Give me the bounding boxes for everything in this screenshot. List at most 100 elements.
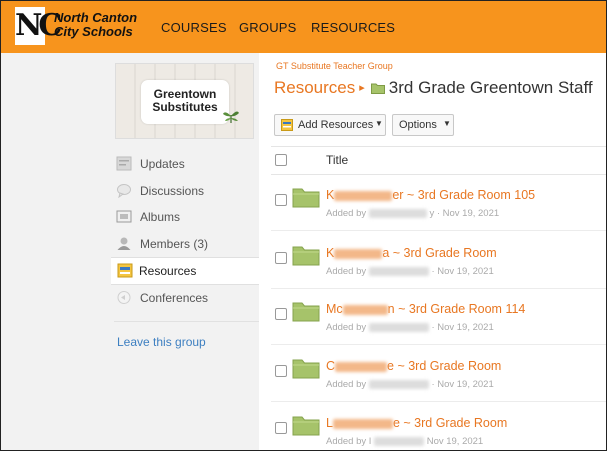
table-row[interactable]: Le ~ 3rd Grade Room Added by I Nov 19, 20… (271, 403, 606, 450)
redacted-author (368, 266, 429, 276)
discussions-icon (117, 184, 131, 198)
sidebar-item-label: Resources (139, 264, 197, 278)
resource-name-prefix: K (326, 188, 335, 202)
folder-icon[interactable] (292, 300, 320, 322)
breadcrumb: Resources ▸ 3rd Grade Greentown Staff (274, 78, 593, 98)
resource-meta: Added by · Nov 19, 2021 (326, 322, 494, 333)
sidebar-item-resources[interactable]: Resources (111, 257, 259, 285)
resource-name-prefix: Mc (326, 302, 343, 316)
chevron-down-icon: ▼ (375, 119, 383, 128)
logo-letters: NC (15, 8, 62, 43)
group-logo-line2: Substitutes (152, 100, 218, 114)
chevron-down-icon: ▼ (443, 119, 451, 128)
added-date: · Nov 19, 2021 (431, 266, 494, 277)
table-row[interactable]: Ker ~ 3rd Grade Room 105 Added by y · Nov… (271, 175, 606, 231)
select-all-checkbox[interactable] (275, 154, 287, 166)
resource-name-suffix: e ~ 3rd Grade Room (392, 416, 508, 430)
add-resources-icon (281, 119, 293, 131)
row-checkbox[interactable] (275, 194, 287, 206)
added-date: y · Nov 19, 2021 (429, 208, 500, 219)
sidebar-item-discussions[interactable]: Discussions (114, 179, 259, 203)
resource-name-suffix: a ~ 3rd Grade Room (382, 246, 497, 260)
added-by-label: Added by I (326, 436, 372, 447)
nav-groups[interactable]: GROUPS (239, 20, 297, 35)
options-button[interactable]: Options ▼ (392, 114, 454, 136)
breadcrumb-separator: ▸ (359, 82, 365, 94)
sidebar-item-label: Updates (140, 157, 185, 171)
breadcrumb-resources[interactable]: Resources (274, 78, 355, 97)
resource-name-prefix: C (326, 359, 336, 373)
conferences-icon (117, 291, 131, 304)
school-logo-icon[interactable]: NC (15, 7, 62, 45)
row-divider (271, 344, 606, 345)
resource-name-suffix: n ~ 3rd Grade Room 114 (387, 302, 526, 316)
sidebar-item-label: Discussions (140, 184, 205, 198)
plant-icon (223, 111, 239, 123)
resource-name-link[interactable]: Ka ~ 3rd Grade Room (326, 246, 497, 260)
resource-name-link[interactable]: Ker ~ 3rd Grade Room 105 (326, 188, 535, 202)
added-by-label: Added by (326, 266, 367, 277)
resource-meta: Added by I Nov 19, 2021 (326, 436, 483, 447)
folder-icon[interactable] (292, 414, 320, 436)
added-date: · Nov 19, 2021 (431, 322, 494, 333)
redacted-name (334, 190, 393, 201)
added-date: · Nov 19, 2021 (431, 379, 494, 390)
page-title: 3rd Grade Greentown Staff (388, 78, 593, 97)
group-name-link[interactable]: GT Substitute Teacher Group (276, 61, 393, 71)
albums-icon (116, 210, 132, 223)
sidebar-item-updates[interactable]: Updates (114, 152, 259, 176)
row-checkbox[interactable] (275, 422, 287, 434)
table-row[interactable]: Ce ~ 3rd Grade Room Added by · Nov 19, 20… (271, 346, 606, 402)
resource-name-suffix: e ~ 3rd Grade Room (387, 359, 502, 373)
sidebar-item-members[interactable]: Members (3) (114, 232, 259, 256)
page-frame: NC North Canton City Schools COURSES GRO… (0, 0, 607, 451)
row-checkbox[interactable] (275, 252, 287, 264)
group-logo[interactable]: Greentown Substitutes (115, 63, 254, 139)
redacted-author (368, 322, 429, 332)
redacted-author (368, 379, 429, 389)
added-by-label: Added by (326, 322, 367, 333)
resource-meta: Added by y · Nov 19, 2021 (326, 208, 499, 219)
redacted-author (374, 436, 425, 446)
resource-name-link[interactable]: Ce ~ 3rd Grade Room (326, 359, 501, 373)
column-title: Title (326, 153, 349, 167)
row-divider (271, 230, 606, 231)
folder-icon[interactable] (292, 244, 320, 266)
members-icon (117, 237, 131, 250)
row-divider (271, 401, 606, 402)
sidebar-divider (114, 321, 259, 322)
leave-group-link[interactable]: Leave this group (117, 335, 206, 349)
row-checkbox[interactable] (275, 365, 287, 377)
redacted-author (368, 208, 427, 218)
folder-icon[interactable] (292, 186, 320, 208)
resource-name-prefix: K (326, 246, 335, 260)
add-resources-label: Add Resources (298, 119, 374, 131)
row-checkbox[interactable] (275, 308, 287, 320)
updates-icon (116, 156, 132, 171)
resource-name-link[interactable]: Le ~ 3rd Grade Room (326, 416, 507, 430)
school-name[interactable]: North Canton City Schools (54, 11, 137, 39)
resource-name-suffix: er ~ 3rd Grade Room 105 (392, 188, 536, 202)
redacted-name (332, 418, 393, 429)
options-label: Options (399, 119, 437, 131)
folder-icon (370, 83, 385, 94)
table-row[interactable]: Mc n ~ 3rd Grade Room 114 Added by · Nov 1… (271, 289, 606, 345)
redacted-name (342, 304, 388, 315)
school-name-line2: City Schools (54, 24, 133, 39)
resources-icon (117, 263, 133, 278)
table-row[interactable]: Ka ~ 3rd Grade Room Added by · Nov 19, 20… (271, 233, 606, 289)
folder-icon[interactable] (292, 357, 320, 379)
resource-name-prefix: L (326, 416, 333, 430)
school-name-line1: North Canton (54, 10, 138, 25)
sidebar-item-albums[interactable]: Albums (114, 205, 259, 229)
redacted-name (335, 361, 388, 372)
sidebar-item-conferences[interactable]: Conferences (114, 286, 259, 310)
resource-name-link[interactable]: Mc n ~ 3rd Grade Room 114 (326, 302, 525, 316)
redacted-name (334, 248, 383, 259)
nav-courses[interactable]: COURSES (161, 20, 227, 35)
nav-resources[interactable]: RESOURCES (311, 20, 395, 35)
resource-meta: Added by · Nov 19, 2021 (326, 266, 494, 277)
resource-meta: Added by · Nov 19, 2021 (326, 379, 494, 390)
sidebar-item-label: Members (3) (140, 237, 209, 251)
add-resources-button[interactable]: Add Resources ▼ (274, 114, 386, 136)
